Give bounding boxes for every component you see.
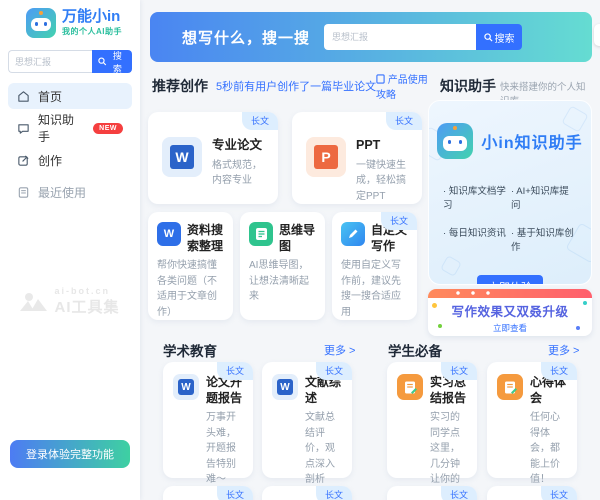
app-window: 万能小in 我的个人AI助手 搜索 首页 知识助手 NEW 创作 bbox=[0, 0, 600, 500]
card-stub[interactable]: 长文 bbox=[262, 486, 352, 500]
app-logo[interactable]: 万能小in 我的个人AI助手 bbox=[0, 0, 140, 44]
feature-item: 知识库文档学习 bbox=[443, 183, 509, 211]
watermark-domain: ai-bot.cn bbox=[54, 286, 119, 296]
promo-top-bar bbox=[428, 289, 592, 298]
report-icon bbox=[397, 374, 423, 400]
ppt-icon: P bbox=[306, 137, 346, 177]
confetti-dot bbox=[576, 326, 580, 330]
more-link-student[interactable]: 更多 > bbox=[548, 342, 579, 358]
new-badge: NEW bbox=[93, 123, 123, 134]
search-icon bbox=[98, 57, 107, 66]
report-icon bbox=[497, 374, 523, 400]
watermark-logo-icon bbox=[20, 291, 48, 313]
login-button[interactable]: 登录体验完整功能 bbox=[10, 440, 130, 468]
product-guide-link[interactable]: 产品使用攻略 bbox=[376, 74, 430, 103]
word-icon: W bbox=[173, 374, 199, 400]
feature-item: 每日知识资讯 bbox=[443, 225, 509, 253]
card-reflections[interactable]: 长文 心得体会 任何心得体会，都能上价值！ bbox=[487, 362, 577, 478]
confetti-dot bbox=[583, 301, 587, 305]
card-stub[interactable]: 长文 bbox=[387, 486, 477, 500]
sidebar-menu: 首页 知识助手 NEW 创作 最近使用 bbox=[0, 81, 140, 213]
sidebar-item-knowledge[interactable]: 知识助手 NEW bbox=[8, 115, 132, 141]
confetti-dot bbox=[432, 303, 437, 308]
hero-search-button[interactable]: 搜索 bbox=[476, 24, 522, 50]
card-stub[interactable]: 长文 bbox=[487, 486, 577, 500]
promo-link[interactable]: 立即查看 bbox=[428, 322, 592, 334]
hero-prompt: 想写什么，搜一搜 bbox=[182, 27, 310, 48]
long-text-badge: 长文 bbox=[242, 112, 278, 130]
long-text-badge: 长文 bbox=[381, 212, 417, 230]
search-icon bbox=[484, 33, 493, 42]
knowledge-features: 知识库文档学习 AI+知识库提问 每日知识资讯 基于知识库创作 bbox=[429, 183, 591, 253]
long-text-badge: 长文 bbox=[541, 362, 577, 380]
long-text-badge: 长文 bbox=[316, 362, 352, 380]
live-ticker: 5秒前有用户创作了一篇毕业论文 bbox=[216, 78, 376, 94]
promo-banner[interactable]: 写作效果又双叒升级 立即查看 bbox=[428, 289, 592, 336]
knowledge-panel: 小in知识助手 知识库文档学习 AI+知识库提问 每日知识资讯 基于知识库创作 … bbox=[428, 100, 592, 285]
sidebar: 万能小in 我的个人AI助手 搜索 首页 知识助手 NEW 创作 bbox=[0, 0, 140, 500]
knowledge-title: 知识助手 bbox=[440, 76, 496, 96]
robot-logo-icon bbox=[26, 8, 56, 38]
edge-widget-tab[interactable] bbox=[594, 24, 600, 46]
hero-search-input[interactable] bbox=[324, 24, 476, 50]
card-internship-report[interactable]: 长文 实习总结报告 实习的同学点这里，几分钟让你的实习总结报告内容满满 bbox=[387, 362, 477, 478]
card-thesis[interactable]: 长文 W 专业论文 格式规范，内容专业 bbox=[148, 112, 278, 204]
long-text-badge: 长文 bbox=[441, 362, 477, 380]
promo-title: 写作效果又双叒升级 bbox=[428, 301, 592, 320]
sidebar-search-button[interactable]: 搜索 bbox=[92, 50, 132, 73]
app-subtitle: 我的个人AI助手 bbox=[62, 26, 122, 37]
section-title-student: 学生必备 bbox=[388, 340, 442, 360]
home-icon bbox=[17, 90, 30, 103]
card-research[interactable]: W 资料搜索整理 帮你快速搞懂各类问题（不适用于文章创作） bbox=[148, 212, 233, 320]
edit-icon bbox=[17, 154, 30, 167]
recent-doc-icon bbox=[17, 186, 30, 199]
watermark: ai-bot.cn AI工具集 bbox=[0, 286, 140, 317]
long-text-badge: 长文 bbox=[386, 112, 422, 130]
card-mindmap[interactable]: 思维导图 AI思维导图，让想法清晰起来 bbox=[240, 212, 325, 320]
word-icon: W bbox=[162, 137, 202, 177]
card-stub[interactable]: 长文 bbox=[163, 486, 253, 500]
word-search-icon: W bbox=[157, 222, 181, 246]
card-thesis-proposal[interactable]: 长文 W 论文开题报告 万事开头难，开题报告特别难～来，点我！ bbox=[163, 362, 253, 478]
more-link-academic[interactable]: 更多 > bbox=[324, 342, 355, 358]
main-content: 想写什么，搜一搜 搜索 推荐创作 5秒前有用户创作了一篇毕业论文 产品使用攻略 … bbox=[140, 0, 600, 500]
confetti-dot bbox=[438, 324, 442, 328]
sidebar-search-input[interactable] bbox=[8, 50, 92, 73]
section-title-academic: 学术教育 bbox=[163, 340, 217, 360]
mindmap-icon bbox=[249, 222, 273, 246]
knowledge-card-title: 小in知识助手 bbox=[481, 129, 582, 153]
hero-search-banner: 想写什么，搜一搜 搜索 bbox=[150, 12, 592, 62]
card-ppt[interactable]: 长文 P PPT 一键快速生成，轻松搞定PPT bbox=[292, 112, 422, 204]
watermark-name: AI工具集 bbox=[54, 296, 119, 317]
robot-logo-icon bbox=[437, 123, 473, 159]
sidebar-item-recent[interactable]: 最近使用 bbox=[8, 179, 132, 205]
feature-item: AI+知识库提问 bbox=[511, 183, 577, 211]
word-icon: W bbox=[272, 374, 298, 400]
app-title: 万能小in bbox=[62, 9, 122, 26]
recommend-title: 推荐创作 bbox=[152, 78, 208, 94]
sidebar-search: 搜索 bbox=[8, 50, 132, 73]
card-literature-review[interactable]: 长文 W 文献综述 文献总结评价，观点深入剖析 bbox=[262, 362, 352, 478]
chat-icon bbox=[17, 122, 30, 135]
try-now-button[interactable]: 立即体验 bbox=[477, 275, 543, 285]
long-text-badge: 长文 bbox=[217, 362, 253, 380]
sidebar-item-home[interactable]: 首页 bbox=[8, 83, 132, 109]
sidebar-item-create[interactable]: 创作 bbox=[8, 147, 132, 173]
pen-icon bbox=[341, 222, 365, 246]
doc-icon bbox=[376, 74, 385, 84]
card-custom-writing[interactable]: 长文 自定义写作 使用自定义写作前，建议先搜一搜合适应用 bbox=[332, 212, 417, 320]
